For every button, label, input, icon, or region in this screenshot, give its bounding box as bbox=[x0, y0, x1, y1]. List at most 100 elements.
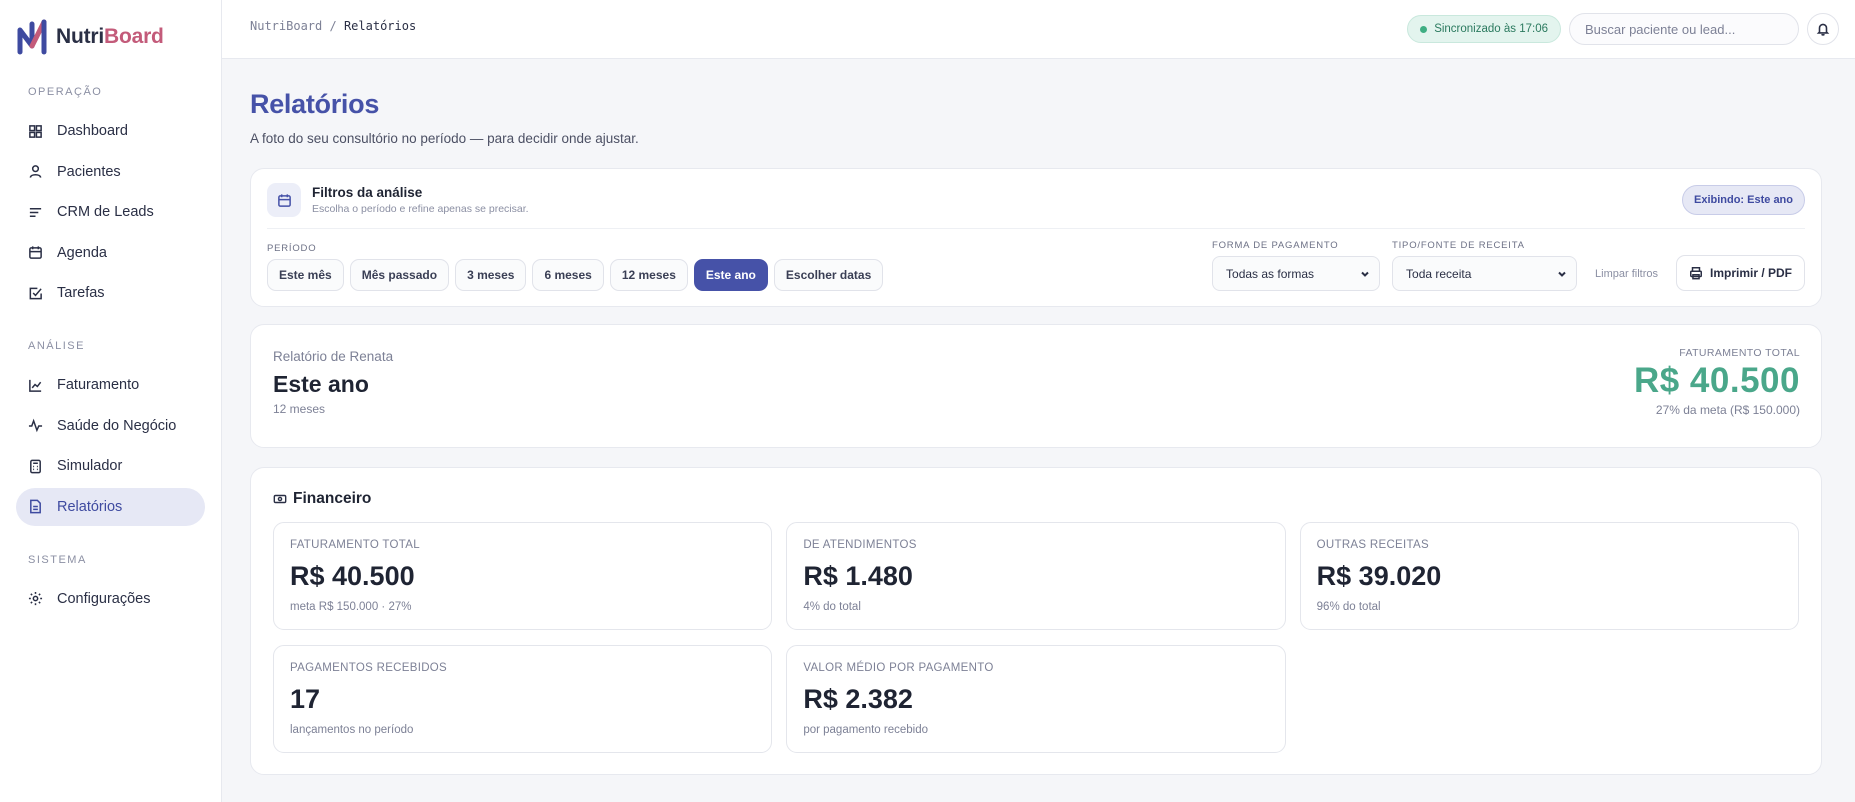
payment-filter: FORMA DE PAGAMENTO Todas as formas bbox=[1212, 240, 1381, 291]
summary-left: Relatório de Renata Este ano 12 meses bbox=[273, 349, 393, 427]
sidebar-item-simulador[interactable]: Simulador bbox=[16, 447, 205, 485]
grid-icon bbox=[28, 124, 43, 139]
sidebar-item-dashboard[interactable]: Dashboard bbox=[16, 112, 205, 150]
sidebar-item-pacientes[interactable]: Pacientes bbox=[16, 153, 205, 191]
sidebar-item-label: Saúde do Negócio bbox=[57, 417, 177, 434]
sidebar-item-tarefas[interactable]: Tarefas bbox=[16, 274, 205, 312]
section-label-sistema: SISTEMA bbox=[28, 553, 87, 566]
right-filters: FORMA DE PAGAMENTO Todas as formas TIPO/… bbox=[1212, 240, 1805, 291]
file-icon bbox=[28, 499, 43, 514]
calendar-icon bbox=[277, 193, 291, 207]
revenue-select-value: Toda receita bbox=[1406, 266, 1472, 281]
line-chart-icon bbox=[28, 378, 43, 393]
nav-analise: Faturamento Saúde do Negócio Simulador R… bbox=[16, 366, 205, 526]
period-button-12-meses[interactable]: 12 meses bbox=[609, 259, 688, 291]
kpi-value: R$ 1.480 bbox=[803, 561, 913, 591]
kpi-foot: lançamentos no período bbox=[290, 724, 414, 736]
kpi-grid: FATURAMENTO TOTAL R$ 40.500 meta R$ 150.… bbox=[273, 522, 1799, 753]
bell-icon bbox=[1816, 23, 1830, 36]
money-icon bbox=[273, 494, 287, 504]
sidebar-item-label: Agenda bbox=[57, 244, 107, 261]
pulse-icon bbox=[28, 418, 43, 433]
kpi-faturamento-total: FATURAMENTO TOTAL R$ 40.500 meta R$ 150.… bbox=[273, 522, 773, 630]
sidebar-item-configuracoes[interactable]: Configurações bbox=[16, 580, 205, 618]
kpi-label: FATURAMENTO TOTAL bbox=[290, 539, 420, 551]
kpi-pagamentos-recebidos: PAGAMENTOS RECEBIDOS 17 lançamentos no p… bbox=[273, 645, 773, 753]
total-revenue-goal: 27% da meta (R$ 150.000) bbox=[1655, 403, 1800, 417]
filters-header: Filtros da análise Escolha o período e r… bbox=[267, 183, 1805, 229]
period-label: PERÍODO bbox=[267, 243, 317, 254]
page-title: Relatórios bbox=[250, 89, 380, 119]
period-button-este-ano[interactable]: Este ano bbox=[693, 259, 768, 291]
kpi-foot: meta R$ 150.000 · 27% bbox=[290, 601, 412, 613]
revenue-select[interactable]: Toda receita bbox=[1392, 256, 1578, 291]
kpi-de-atendimentos: DE ATENDIMENTOS R$ 1.480 4% do total bbox=[786, 522, 1286, 630]
checkbox-icon bbox=[28, 286, 43, 301]
user-icon bbox=[28, 164, 43, 179]
filters-hint: Escolha o período e refine apenas se pre… bbox=[312, 203, 529, 215]
revenue-filter: TIPO/FONTE DE RECEITA Toda receita bbox=[1392, 240, 1578, 291]
sync-status-text: Sincronizado às 17:06 bbox=[1434, 23, 1548, 35]
payment-select[interactable]: Todas as formas bbox=[1212, 256, 1381, 291]
kpi-valor-medio: VALOR MÉDIO POR PAGAMENTO R$ 2.382 por p… bbox=[786, 645, 1286, 753]
financeiro-heading: Financeiro bbox=[273, 490, 1799, 508]
nav-operacao: Dashboard Pacientes CRM de Leads Agenda … bbox=[16, 112, 205, 312]
brand[interactable]: NutriBoard bbox=[16, 18, 205, 56]
topbar: NutriBoard / Relatórios Sincronizado às … bbox=[222, 0, 1855, 59]
period-button-mes-passado[interactable]: Mês passado bbox=[349, 259, 450, 291]
financeiro-card: Financeiro FATURAMENTO TOTAL R$ 40.500 m… bbox=[250, 467, 1822, 775]
sidebar: NutriBoard OPERAÇÃO Dashboard Pacientes … bbox=[0, 0, 222, 802]
page-content: Relatórios A foto do seu consultório no … bbox=[222, 59, 1855, 775]
sidebar-item-label: Faturamento bbox=[57, 377, 140, 393]
sync-dot-icon bbox=[1420, 25, 1428, 33]
payment-select-value: Todas as formas bbox=[1226, 266, 1315, 281]
notifications-button[interactable] bbox=[1807, 13, 1839, 45]
nutriboard-logo-icon bbox=[17, 19, 47, 55]
main-area: NutriBoard / Relatórios Sincronizado às … bbox=[222, 0, 1855, 802]
period-button-escolher-datas[interactable]: Escolher datas bbox=[773, 259, 884, 291]
period-filter: PERÍODO Este mês Mês passado 3 meses 6 m… bbox=[267, 243, 884, 291]
kpi-foot: 96% do total bbox=[1316, 601, 1381, 613]
breadcrumb-current: Relatórios bbox=[343, 19, 417, 33]
clear-filters-link[interactable]: Limpar filtros bbox=[1589, 256, 1664, 291]
sidebar-item-label: Tarefas bbox=[57, 285, 105, 301]
sidebar-item-faturamento[interactable]: Faturamento bbox=[16, 366, 205, 404]
sync-status-badge: Sincronizado às 17:06 bbox=[1407, 15, 1561, 43]
sidebar-item-relatorios[interactable]: Relatórios bbox=[16, 487, 205, 526]
revenue-label: TIPO/FONTE DE RECEITA bbox=[1392, 240, 1525, 251]
section-label-operacao: OPERAÇÃO bbox=[28, 86, 103, 98]
print-pdf-button[interactable]: Imprimir / PDF bbox=[1675, 255, 1805, 291]
sidebar-item-agenda[interactable]: Agenda bbox=[16, 234, 205, 272]
report-summary-card: Relatório de Renata Este ano 12 meses FA… bbox=[250, 324, 1822, 448]
filters-heading: Filtros da análise Escolha o período e r… bbox=[312, 185, 529, 215]
topbar-right: Sincronizado às 17:06 bbox=[1407, 13, 1839, 45]
kpi-value: R$ 40.500 bbox=[290, 561, 415, 591]
sidebar-item-label: Dashboard bbox=[57, 123, 128, 139]
period-button-este-mes[interactable]: Este mês bbox=[267, 259, 344, 291]
filters-card: Filtros da análise Escolha o período e r… bbox=[250, 168, 1822, 307]
filters-header-left: Filtros da análise Escolha o período e r… bbox=[267, 183, 529, 217]
sidebar-item-label: CRM de Leads bbox=[57, 204, 154, 220]
kpi-label: DE ATENDIMENTOS bbox=[803, 539, 917, 551]
kpi-label: PAGAMENTOS RECEBIDOS bbox=[290, 662, 448, 674]
sidebar-item-saude-negocio[interactable]: Saúde do Negócio bbox=[16, 407, 205, 445]
period-button-3-meses[interactable]: 3 meses bbox=[455, 259, 527, 291]
sidebar-item-label: Relatórios bbox=[57, 498, 123, 515]
sidebar-item-crm-leads[interactable]: CRM de Leads bbox=[16, 193, 205, 231]
breadcrumb: NutriBoard / Relatórios bbox=[250, 19, 416, 33]
breadcrumb-root[interactable]: NutriBoard bbox=[250, 19, 322, 33]
total-revenue-value: R$ 40.500 bbox=[1633, 361, 1800, 400]
gear-icon bbox=[28, 591, 43, 606]
page-subtitle: A foto do seu consultório no período — p… bbox=[250, 131, 639, 146]
search-input[interactable] bbox=[1569, 13, 1799, 45]
kpi-value: R$ 39.020 bbox=[1316, 561, 1442, 591]
chevron-down-icon bbox=[1361, 271, 1369, 277]
report-owner: Relatório de Renata bbox=[273, 349, 394, 364]
showing-period-badge: Exibindo: Este ano bbox=[1681, 185, 1805, 215]
sidebar-item-label: Configurações bbox=[57, 590, 151, 607]
period-buttons: Este mês Mês passado 3 meses 6 meses 12 … bbox=[267, 259, 884, 291]
kpi-label: OUTRAS RECEITAS bbox=[1316, 539, 1429, 551]
period-button-6-meses[interactable]: 6 meses bbox=[532, 259, 604, 291]
list-icon bbox=[28, 205, 43, 220]
brand-name: NutriBoard bbox=[56, 25, 164, 48]
